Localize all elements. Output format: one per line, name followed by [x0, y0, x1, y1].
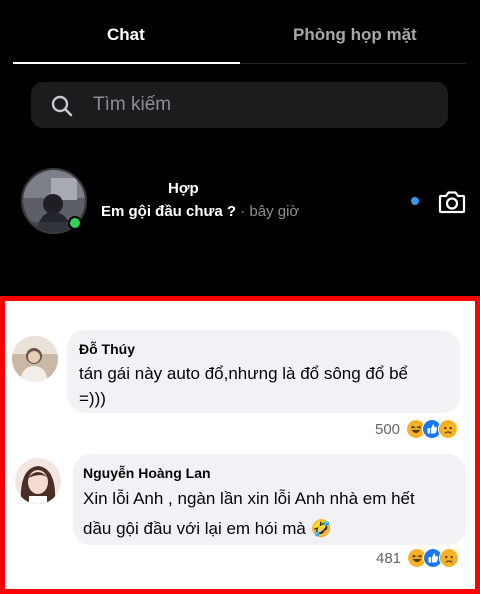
reaction-summary[interactable]: 500	[375, 419, 467, 441]
online-status-dot	[68, 216, 82, 230]
avatar[interactable]	[12, 336, 58, 382]
comment-item: Đỗ Thúy tán gái này auto đổ,nhưng là đổ …	[5, 328, 475, 448]
comment-text-line: =)))	[79, 389, 106, 408]
comments-highlight: Đỗ Thúy tán gái này auto đổ,nhưng là đổ …	[0, 296, 480, 594]
comment-text-line: dầu gội đầu với lại em hói mà 🤣	[83, 519, 332, 538]
tab-divider	[240, 63, 467, 64]
tab-meetings[interactable]: Phòng họp mặt	[293, 25, 417, 45]
comment-text-line: Xin lỗi Anh , ngàn lần xin lỗi Anh nhà e…	[83, 489, 415, 508]
unread-indicator	[411, 197, 419, 205]
comment-text-line: tán gái này auto đổ,nhưng là đổ sông đổ …	[79, 364, 408, 383]
camera-icon[interactable]	[437, 187, 467, 217]
comment-text: tán gái này auto đổ,nhưng là đổ sông đổ …	[79, 361, 459, 411]
reaction-count: 481	[376, 550, 402, 567]
conversation-name: Hợp	[168, 180, 199, 197]
separator: ·	[236, 203, 250, 220]
conversation-preview: Em gội đầu chưa ? · bây giờ	[101, 203, 299, 220]
avatar[interactable]	[15, 458, 61, 504]
avatar-photo	[15, 458, 61, 504]
message-time: bây giờ	[249, 203, 300, 220]
messenger-panel: Chat Phòng họp mặt Tìm kiếm Hợp Em gội đ…	[0, 0, 480, 296]
reaction-count: 500	[375, 421, 401, 438]
search-icon	[51, 95, 73, 117]
search-bar[interactable]: Tìm kiếm	[31, 82, 448, 128]
conversation-row[interactable]: Hợp Em gội đầu chưa ? · bây giờ	[0, 165, 480, 240]
comment-item: Nguyễn Hoàng Lan Xin lỗi Anh , ngàn lần …	[5, 451, 475, 581]
comment-author[interactable]: Đỗ Thúy	[79, 341, 135, 357]
comment-author[interactable]: Nguyễn Hoàng Lan	[83, 465, 211, 481]
search-input[interactable]: Tìm kiếm	[93, 94, 171, 116]
active-tab-indicator	[13, 62, 240, 64]
tab-chat[interactable]: Chat	[107, 25, 145, 45]
reaction-summary[interactable]: 481	[376, 548, 468, 570]
sad-icon	[438, 419, 458, 439]
avatar-photo	[12, 336, 58, 382]
sad-icon	[439, 548, 459, 568]
last-message: Em gội đầu chưa ?	[101, 203, 237, 220]
comment-text: Xin lỗi Anh , ngàn lần xin lỗi Anh nhà e…	[83, 484, 463, 544]
